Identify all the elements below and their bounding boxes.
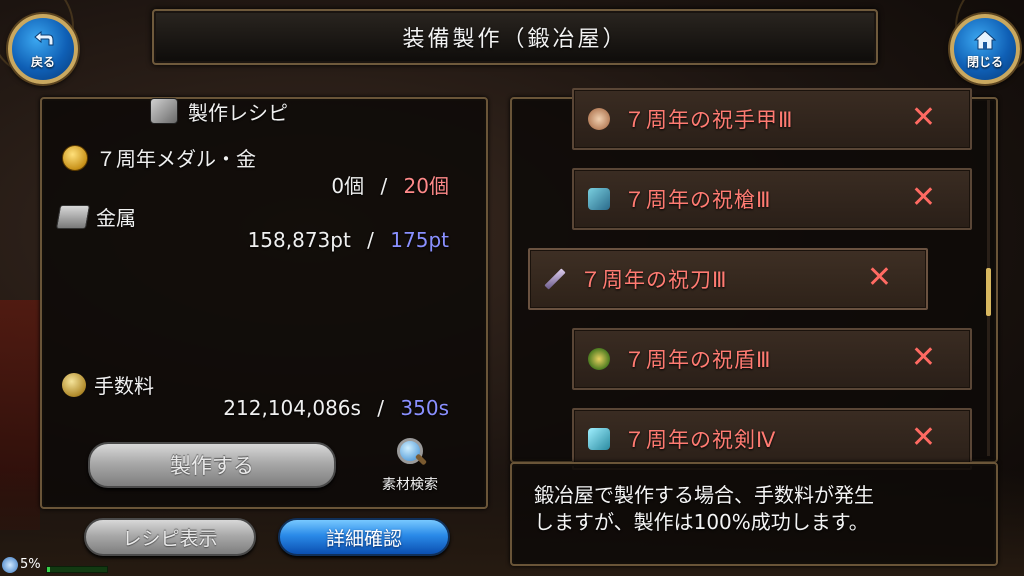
item-name: ７周年の祝手甲Ⅲ <box>624 108 794 132</box>
material-name: ７周年メダル・金 <box>96 147 256 171</box>
fee-name: 手数料 <box>94 374 154 398</box>
progress-fill <box>47 567 50 572</box>
unavailable-mark: ✕ <box>910 180 936 215</box>
craft-button[interactable]: 製作する <box>88 442 336 488</box>
list-item[interactable]: ７周年の祝剣Ⅳ ✕ <box>572 408 972 470</box>
shield-icon <box>588 348 610 370</box>
progress-text: 5% <box>20 557 41 572</box>
material-row-metal: 金属 <box>55 202 136 231</box>
material-search-button[interactable]: 素材検索 <box>372 438 448 498</box>
detail-confirm-label: 詳細確認 <box>325 527 402 550</box>
material-row-medal: ７周年メダル・金 <box>62 143 256 172</box>
recipe-display-button[interactable]: レシピ表示 <box>84 518 256 556</box>
gauntlet-icon <box>588 108 610 130</box>
coins-icon <box>62 372 86 397</box>
list-item[interactable]: ７周年の祝手甲Ⅲ ✕ <box>572 88 972 150</box>
scrollbar-thumb[interactable] <box>986 268 991 316</box>
required-value: 350s <box>400 396 449 420</box>
list-item[interactable]: ７周年の祝盾Ⅲ ✕ <box>572 328 972 390</box>
owned-value: 0個 <box>331 174 365 198</box>
owned-value: 212,104,086s <box>223 396 361 420</box>
material-search-label: 素材検索 <box>382 477 438 493</box>
item-name: ７周年の祝刀Ⅲ <box>580 268 728 292</box>
recipe-panel-title: 製作レシピ <box>188 100 288 125</box>
material-name: 金属 <box>96 206 136 230</box>
description-line-1: 鍛冶屋で製作する場合、手数料が発生 <box>534 483 874 507</box>
description-line-2: しますが、製作は100%成功します。 <box>534 510 869 534</box>
material-quantity-metal: 158,873pt / 175pt <box>248 228 449 252</box>
quantity-separator: / <box>380 174 388 198</box>
detail-confirm-button[interactable]: 詳細確認 <box>278 518 450 556</box>
recipe-display-label: レシピ表示 <box>122 527 218 550</box>
required-value: 175pt <box>390 228 449 252</box>
list-item[interactable]: ７周年の祝槍Ⅲ ✕ <box>572 168 972 230</box>
list-item-selected[interactable]: ７周年の祝刀Ⅲ ✕ <box>528 248 928 310</box>
description-text: 鍛冶屋で製作する場合、手数料が発生 しますが、製作は100%成功します。 <box>534 482 874 536</box>
unavailable-mark: ✕ <box>910 340 936 375</box>
home-icon <box>973 29 997 49</box>
magnifier-icon <box>395 438 428 468</box>
item-name: ７周年の祝盾Ⅲ <box>624 348 772 372</box>
back-arrow-icon <box>34 30 54 45</box>
progress-icon <box>2 557 18 573</box>
recipe-panel-header: 製作レシピ <box>150 96 350 126</box>
close-button-label: 閉じる <box>966 54 1003 69</box>
sword-icon <box>588 428 610 450</box>
quantity-separator: / <box>377 396 385 420</box>
unavailable-mark: ✕ <box>910 420 936 455</box>
item-name: ７周年の祝剣Ⅳ <box>624 428 777 452</box>
katana-icon <box>544 268 566 290</box>
back-button[interactable]: 戻る <box>8 14 78 84</box>
back-button-label: 戻る <box>30 54 55 69</box>
material-quantity-medal: 0個 / 20個 <box>331 170 449 199</box>
fee-quantity: 212,104,086s / 350s <box>223 396 449 420</box>
unavailable-mark: ✕ <box>910 100 936 135</box>
page-title: 装備製作（鍛冶屋） <box>402 27 628 52</box>
owned-value: 158,873pt <box>247 228 351 252</box>
craft-button-label: 製作する <box>170 454 254 478</box>
quantity-separator: / <box>367 228 374 252</box>
required-value: 20個 <box>403 174 449 198</box>
recipe-icon <box>150 98 178 124</box>
spear-icon <box>588 188 610 210</box>
item-name: ７周年の祝槍Ⅲ <box>624 188 772 212</box>
close-button[interactable]: 閉じる <box>950 14 1020 84</box>
gold-medal-icon <box>62 144 88 171</box>
fee-row: 手数料 <box>62 370 154 399</box>
unavailable-mark: ✕ <box>866 260 892 295</box>
title-bar: 装備製作（鍛冶屋） <box>152 9 878 65</box>
progress-bar <box>46 566 108 573</box>
metal-icon <box>55 204 91 229</box>
